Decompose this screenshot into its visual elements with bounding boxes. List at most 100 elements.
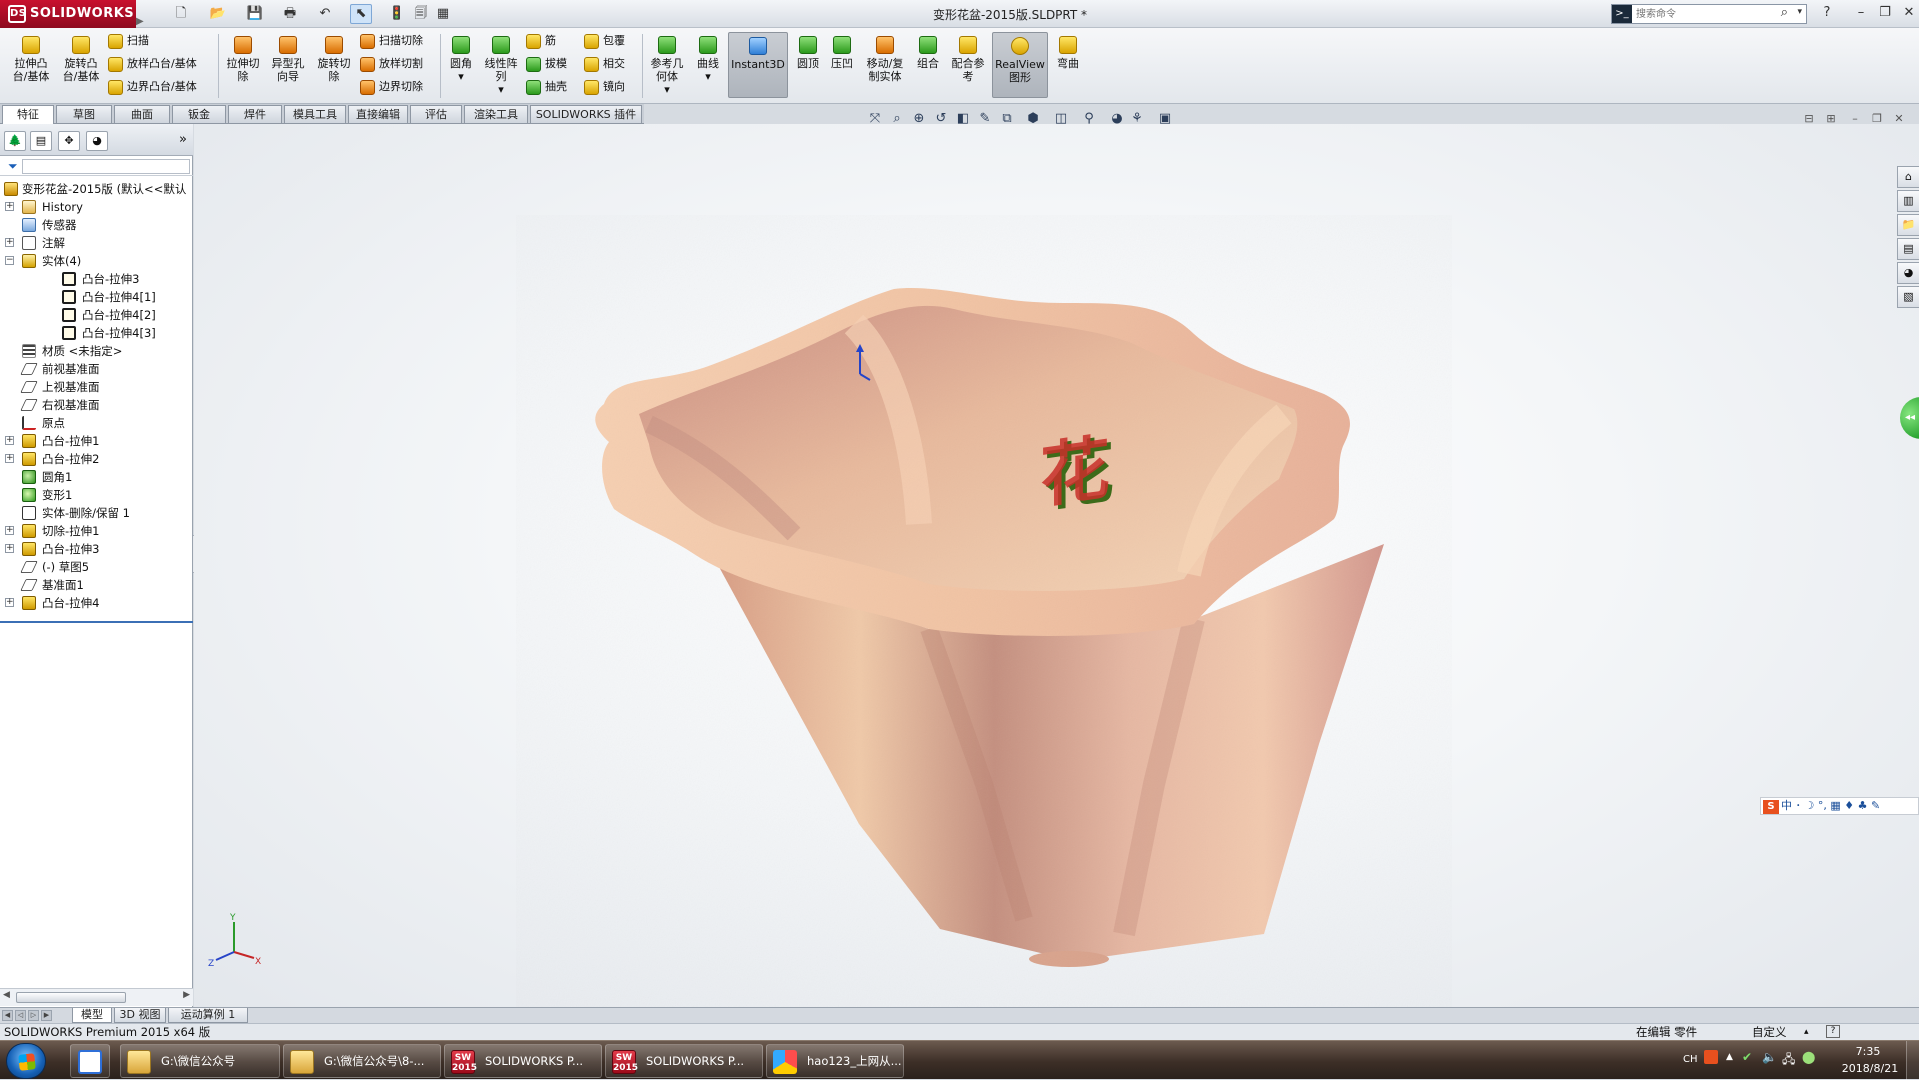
expand-icon[interactable]: + — [5, 544, 14, 553]
dynamic-annotation-icon[interactable]: ✎ — [976, 110, 994, 128]
intersect-button[interactable]: 相交 — [584, 54, 625, 74]
tab-surfaces[interactable]: 曲面 — [114, 105, 170, 123]
close-doc-icon[interactable]: ✕ — [1890, 110, 1908, 128]
configuration-manager-tab-icon[interactable]: ✥ — [58, 131, 80, 151]
taskbar-item[interactable]: G:\微信公众号\8-... — [283, 1044, 441, 1078]
tree-node[interactable]: 材质 <未指定> — [0, 342, 193, 360]
taskbar-baidu[interactable] — [70, 1044, 110, 1078]
tree-node[interactable]: 右视基准面 — [0, 396, 193, 414]
chevron-down-icon[interactable]: ▾ — [1797, 7, 1802, 17]
tree-node[interactable]: + History — [0, 198, 193, 216]
tree-node[interactable]: (-) 草图5 — [0, 558, 193, 576]
section-view-icon[interactable]: ◧ — [954, 110, 972, 128]
minimize-doc-icon[interactable]: – — [1846, 110, 1864, 128]
last-tab-icon[interactable]: ▶ — [41, 1010, 52, 1021]
chevron-down-icon[interactable]: ▾ — [664, 83, 670, 96]
tree-node[interactable]: + 凸台-拉伸1 — [0, 432, 193, 450]
tree-node[interactable]: 凸台-拉伸3 — [0, 270, 193, 288]
tree-node[interactable]: + 注解 — [0, 234, 193, 252]
curves-button[interactable]: 曲线 ▾ — [692, 32, 724, 98]
tree-node[interactable]: + 切除-拉伸1 — [0, 522, 193, 540]
flex-button[interactable]: 弯曲 — [1052, 32, 1084, 98]
solidworks-logo[interactable]: DS SOLIDWORKS ▶ — [0, 0, 144, 28]
property-manager-tab-icon[interactable]: ▤ — [30, 131, 52, 151]
chevron-down-icon[interactable]: ▾ — [458, 70, 464, 83]
expand-panel-icon[interactable]: » — [179, 132, 187, 147]
appearances-scenes-icon[interactable]: ◕ — [1897, 262, 1919, 284]
search-input[interactable] — [1636, 6, 1776, 22]
view-orientation-dropdown-icon[interactable]: ⧉ — [998, 110, 1016, 128]
indent-button[interactable]: 压凹 — [826, 32, 858, 98]
zoom-area-icon[interactable]: ⊕ — [910, 110, 928, 128]
linear-pattern-button[interactable]: 线性阵 列 ▾ — [480, 32, 522, 98]
rebuild-icon[interactable]: 🚦 — [386, 4, 408, 24]
rib-button[interactable]: 筋 — [526, 31, 556, 51]
help-icon[interactable]: ? — [1826, 1025, 1840, 1038]
undo-icon[interactable]: ↶ — [314, 4, 336, 24]
select-icon[interactable]: ⬉ — [350, 4, 372, 24]
loft-boss-button[interactable]: 放样凸台/基体 — [108, 54, 197, 74]
tab-sheet-metal[interactable]: 钣金 — [172, 105, 226, 123]
rollback-bar[interactable] — [0, 621, 193, 623]
display-style-icon[interactable]: ⬢ — [1024, 110, 1042, 128]
units-selector[interactable]: 自定义 — [1752, 1024, 1787, 1040]
scroll-left-icon[interactable]: ◀ — [3, 990, 10, 1000]
file-explorer-icon[interactable]: 📁 — [1897, 214, 1919, 236]
combine-button[interactable]: 组合 — [912, 32, 944, 98]
sweep-button[interactable]: 扫描 — [108, 31, 149, 51]
minimize-button[interactable]: – — [1850, 4, 1872, 22]
graphics-area[interactable]: 花 花 — [194, 124, 1919, 1009]
tree-node[interactable]: 上视基准面 — [0, 378, 193, 396]
view-orientation-icon[interactable]: ⤧ — [866, 110, 884, 128]
clock-time[interactable]: 7:35 — [1840, 1045, 1896, 1058]
apply-scene-icon[interactable]: ◕ — [1108, 110, 1126, 128]
view-settings-icon[interactable]: ⚘ — [1128, 110, 1146, 128]
realview-toggle[interactable]: RealView 图形 — [992, 32, 1048, 98]
tab-3d-views[interactable]: 3D 视图 — [114, 1008, 166, 1023]
file-properties-icon[interactable]: 🗐 — [410, 4, 432, 24]
chevron-down-icon[interactable]: ▾ — [705, 70, 711, 83]
expand-icon[interactable]: + — [5, 526, 14, 535]
tab-sketch[interactable]: 草图 — [56, 105, 112, 123]
restore-doc-icon[interactable]: ❐ — [1868, 110, 1886, 128]
tile-horizontal-icon[interactable]: ⊟ — [1800, 110, 1818, 128]
tree-node[interactable]: 原点 — [0, 414, 193, 432]
tray-expand-icon[interactable]: ▲ — [1726, 1052, 1733, 1062]
sweep-cut-button[interactable]: 扫描切除 — [360, 31, 423, 51]
sogou-tray-icon[interactable] — [1704, 1050, 1718, 1064]
model-view[interactable]: 花 花 — [194, 124, 1919, 1009]
hide-show-items-icon[interactable]: ◫ — [1052, 110, 1070, 128]
restore-button[interactable]: ❐ — [1874, 4, 1896, 22]
scrollbar-thumb[interactable] — [16, 992, 126, 1003]
tree-node[interactable]: − 实体(4) — [0, 252, 193, 270]
boundary-cut-button[interactable]: 边界切除 — [360, 77, 423, 97]
mate-reference-button[interactable]: 配合参 考 — [946, 32, 990, 98]
mirror-button[interactable]: 镜向 — [584, 77, 625, 97]
tab-features[interactable]: 特征 — [2, 105, 54, 124]
collapse-icon[interactable]: − — [5, 256, 14, 265]
first-tab-icon[interactable]: ◀ — [2, 1010, 13, 1021]
previous-view-icon[interactable]: ↺ — [932, 110, 950, 128]
options-icon[interactable]: ▦ — [432, 4, 454, 24]
screen-capture-icon[interactable]: ▣ — [1156, 110, 1174, 128]
tab-evaluate[interactable]: 评估 — [410, 105, 462, 123]
tree-node[interactable]: 凸台-拉伸4[2] — [0, 306, 193, 324]
tree-node[interactable]: 凸台-拉伸4[1] — [0, 288, 193, 306]
extrude-boss-button[interactable]: 拉伸凸 台/基体 — [8, 32, 54, 98]
next-tab-icon[interactable]: ▷ — [28, 1010, 39, 1021]
expand-icon[interactable]: + — [5, 598, 14, 607]
tab-motion-study[interactable]: 运动算例 1 — [168, 1008, 248, 1023]
hole-wizard-button[interactable]: 异型孔 向导 — [266, 32, 310, 98]
chevron-down-icon[interactable]: ▾ — [498, 83, 504, 96]
tree-node[interactable]: + 凸台-拉伸2 — [0, 450, 193, 468]
close-button[interactable]: ✕ — [1898, 4, 1919, 22]
tab-direct-editing[interactable]: 直接编辑 — [348, 105, 408, 123]
prev-tab-icon[interactable]: ◁ — [15, 1010, 26, 1021]
flower-pot-model[interactable]: 花 花 — [594, 284, 1384, 974]
tab-render-tools[interactable]: 渲染工具 — [464, 105, 528, 123]
tree-node[interactable]: 传感器 — [0, 216, 193, 234]
tree-root[interactable]: 变形花盆-2015版 (默认<<默认 — [0, 180, 193, 198]
tree-node[interactable]: 变形1 — [0, 486, 193, 504]
scroll-right-icon[interactable]: ▶ — [183, 990, 190, 1000]
taskbar-item[interactable]: SW 2015 SOLIDWORKS P... — [605, 1044, 763, 1078]
